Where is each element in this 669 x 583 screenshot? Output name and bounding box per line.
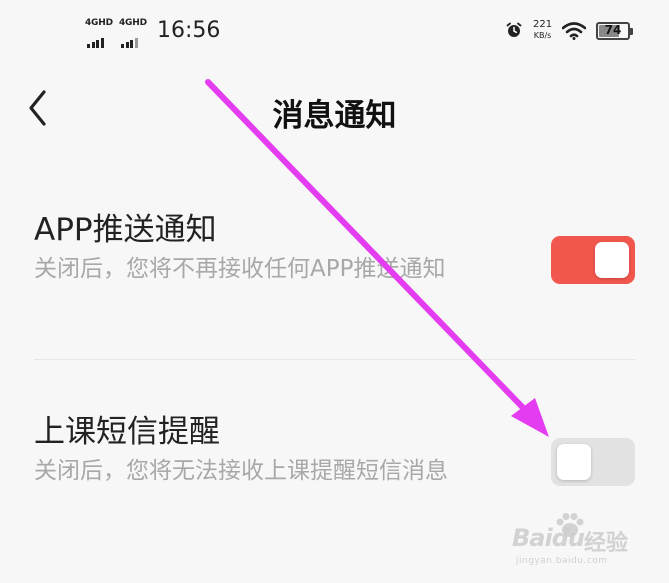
- cellular-signal-1: 4GHD: [85, 18, 115, 48]
- network-type-1: 4GHD: [85, 18, 113, 28]
- nav-bar: 消息通知: [0, 66, 669, 156]
- page-title: 消息通知: [272, 98, 397, 134]
- network-type-2: 4GHD: [119, 18, 147, 28]
- setting-description: 关闭后，您将不再接收任何APP推送通知: [34, 256, 446, 282]
- watermark-url: jingyan.baidu.com: [516, 556, 608, 566]
- app-push-toggle[interactable]: [551, 236, 635, 284]
- battery-cap: [630, 28, 633, 35]
- alarm-icon: [506, 22, 522, 37]
- toggle-knob: [557, 444, 591, 480]
- battery-icon: 74: [596, 22, 633, 40]
- watermark-product: 经验: [584, 531, 629, 556]
- cellular-signal-2: 4GHD: [119, 18, 149, 48]
- setting-title: APP推送通知: [34, 212, 217, 248]
- network-speed: 221 KB/s: [533, 19, 552, 41]
- signal-bars-icon: [121, 29, 139, 48]
- baidu-jingyan-watermark: Baidu 经验 jingyan.baidu.com: [512, 512, 642, 566]
- speed-unit: KB/s: [533, 31, 552, 40]
- toggle-knob: [595, 242, 629, 278]
- setting-title: 上课短信提醒: [34, 414, 220, 450]
- battery-level: 74: [604, 23, 622, 37]
- status-bar: 4GHD 4GHD 16:56 221 KB/s 74: [0, 0, 669, 66]
- sms-reminder-toggle[interactable]: [551, 438, 635, 486]
- watermark-brand: Baidu: [512, 524, 585, 552]
- signal-bars-icon: [87, 29, 105, 48]
- setting-description: 关闭后，您将无法接收上课提醒短信消息: [34, 458, 448, 484]
- wifi-icon: [562, 22, 586, 40]
- setting-app-push: APP推送通知 关闭后，您将不再接收任何APP推送通知: [0, 156, 669, 359]
- clock-time: 16:56: [157, 18, 221, 43]
- speed-value: 221: [533, 19, 553, 30]
